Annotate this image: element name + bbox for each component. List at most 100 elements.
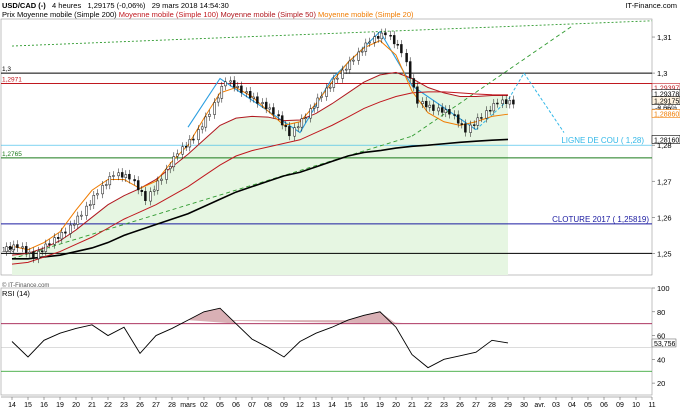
- level-label-cloture: CLOTURE 2017 ( 1,25819): [552, 215, 649, 224]
- candle-body: [117, 172, 120, 177]
- price-y-tick-label: 1,25: [657, 249, 672, 258]
- x-axis-tick-label: 05: [584, 402, 592, 409]
- candle-body: [504, 99, 508, 104]
- candle-body: [485, 110, 488, 119]
- legend-sma20: Moyenne mobile (Simple 20): [318, 10, 414, 19]
- x-axis-tick-label: 03: [552, 402, 560, 409]
- price-y-tick-label: 1,31: [657, 33, 672, 42]
- x-axis-tick-label: 26: [456, 402, 464, 409]
- candle-body: [200, 126, 204, 130]
- value-tag-label: 1,28860: [654, 112, 679, 119]
- candle-body: [304, 117, 307, 120]
- candle-body: [492, 103, 496, 112]
- level-label: 1,3: [2, 66, 11, 73]
- candle-body: [440, 107, 444, 113]
- candle-body: [476, 117, 480, 126]
- candle-body: [184, 146, 188, 148]
- candle-body: [405, 53, 408, 63]
- candle-body: [472, 124, 476, 126]
- candle-body: [64, 231, 67, 234]
- candle-body: [428, 104, 432, 108]
- candle-body: [88, 204, 92, 207]
- candle-body: [392, 35, 396, 45]
- candle-body: [24, 246, 28, 254]
- candle-body: [280, 115, 284, 126]
- candle-body: [364, 42, 368, 52]
- candle-body: [272, 107, 275, 115]
- x-axis-tick-label: avr.: [534, 402, 545, 409]
- candle-body: [156, 180, 160, 191]
- candle-body: [133, 179, 136, 182]
- chart-canvas: 1,311,31,291,281,271,261,251,31,29711,27…: [0, 18, 680, 409]
- candle-body: [44, 243, 48, 252]
- candle-body: [464, 123, 467, 133]
- candle-body: [284, 125, 288, 128]
- datetime-label: 29 mars 2018 14:54:30: [151, 1, 229, 10]
- x-axis-tick-label: mars: [180, 402, 196, 409]
- candle-body: [48, 243, 51, 245]
- candle-body: [40, 250, 44, 253]
- candle-body: [85, 205, 88, 216]
- chart-header: USD/CAD (-) 4 heures 1,29175 (-0,06%) 29…: [2, 1, 229, 10]
- level-label-neckline: LIGNE DE COU ( 1,28): [561, 136, 644, 145]
- candle-body: [224, 81, 227, 87]
- candle-body: [380, 32, 384, 40]
- candle-body: [220, 85, 224, 99]
- candle-body: [240, 85, 243, 93]
- candle-body: [437, 107, 440, 112]
- projection-down: [523, 72, 565, 133]
- candle-body: [296, 126, 300, 129]
- candle-body: [245, 91, 248, 94]
- x-axis-tick-label: 22: [104, 402, 112, 409]
- x-axis-tick-label: 05: [216, 402, 224, 409]
- price-y-tick-label: 1,27: [657, 177, 672, 186]
- x-axis: 14 15 16 19 20 21 22 23 26 27 28 mars 02 05 06 07 08 09 12…: [1, 396, 656, 409]
- candle-body: [373, 36, 376, 43]
- candle-body: [396, 43, 400, 46]
- candle-body: [181, 146, 184, 155]
- x-axis-tick-label: 16: [360, 402, 368, 409]
- candle-body: [140, 190, 144, 192]
- candle-body: [357, 51, 360, 61]
- x-axis-tick-label: 14: [328, 402, 336, 409]
- candle-body: [236, 85, 240, 88]
- candle-body: [412, 78, 416, 88]
- candle-body: [341, 69, 344, 79]
- x-axis-tick-label: 21: [88, 402, 96, 409]
- x-axis-tick-label: 29: [504, 402, 512, 409]
- candle-body: [460, 123, 464, 125]
- candle-body: [508, 100, 512, 105]
- candle-body: [21, 246, 24, 249]
- x-axis-tick-label: 28: [168, 402, 176, 409]
- rsi-y-tick-label: 100: [657, 284, 670, 293]
- candle-body: [192, 138, 195, 141]
- candle-body: [96, 193, 99, 196]
- candle-body: [325, 87, 328, 97]
- candle-body: [424, 100, 428, 108]
- candle-body: [176, 153, 179, 157]
- x-axis-tick-label: 30: [520, 402, 528, 409]
- x-axis-tick-label: 16: [40, 402, 48, 409]
- candle-body: [28, 251, 32, 254]
- candle-body: [488, 109, 492, 112]
- candle-body: [252, 96, 256, 99]
- x-axis-tick-label: 09: [280, 402, 288, 409]
- x-axis-tick-label: 04: [568, 402, 576, 409]
- candle-body: [277, 114, 280, 117]
- candle-body: [197, 129, 200, 141]
- candle-body: [53, 237, 56, 245]
- legend-sma100: Moyenne mobile (Simple 100): [118, 10, 219, 19]
- x-axis-tick-label: 23: [120, 402, 128, 409]
- x-axis-tick-label: 28: [488, 402, 496, 409]
- candle-body: [268, 107, 272, 110]
- candle-body: [32, 251, 35, 259]
- candle-body: [213, 102, 216, 115]
- candle-body: [204, 116, 208, 128]
- candle-body: [136, 180, 140, 191]
- rsi-y-tick-label: 20: [657, 379, 665, 388]
- candle-body: [328, 86, 332, 89]
- brand-label: IT-Finance.com: [625, 1, 677, 10]
- x-axis-tick-label: 21: [408, 402, 416, 409]
- x-axis-tick-label: 07: [248, 402, 256, 409]
- candle-body: [112, 175, 115, 177]
